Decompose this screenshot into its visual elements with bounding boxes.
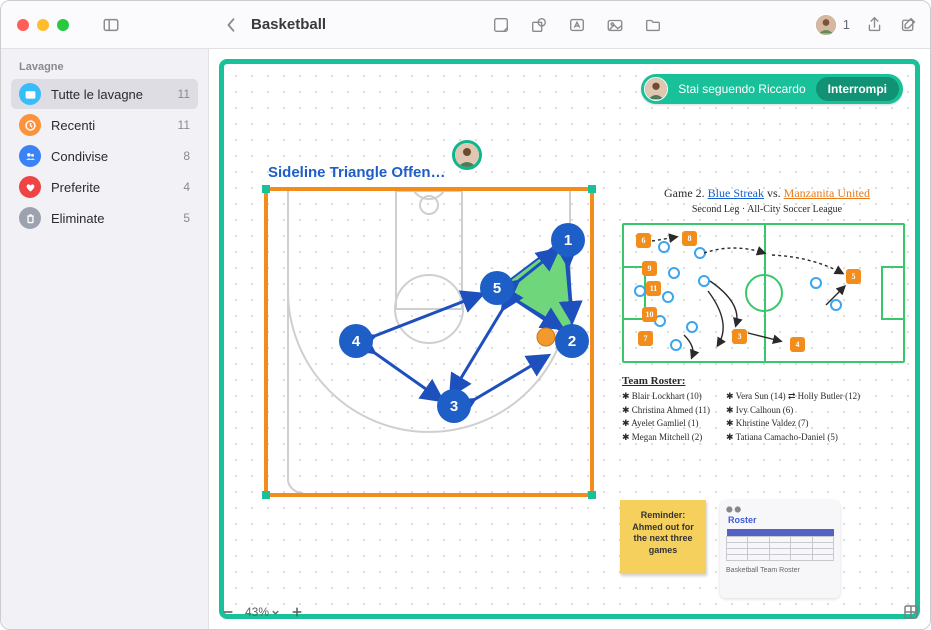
sidebar-item-count: 8: [183, 149, 190, 163]
game-heading: Game 2. Blue Streak vs. Manzanita United: [622, 186, 912, 201]
file-thumb-title: Roster: [728, 515, 834, 525]
sidebar-item-label: Condivise: [51, 149, 108, 164]
participant-count: 1: [843, 17, 850, 32]
clock-icon: [19, 114, 41, 136]
sticky-note[interactable]: Reminder: Ahmed out for the next three g…: [620, 500, 706, 574]
svg-text:1: 1: [564, 232, 572, 249]
sticky-text: Reminder: Ahmed out for the next three g…: [632, 510, 694, 555]
text-tool-button[interactable]: [567, 15, 587, 35]
zoom-out-button[interactable]: [217, 601, 239, 623]
game-notes-group[interactable]: Game 2. Blue Streak vs. Manzanita United…: [622, 186, 912, 444]
sidebar-item-label: Tutte le lavagne: [51, 87, 143, 102]
svg-text:5: 5: [493, 280, 501, 297]
player-chip: 11: [646, 281, 661, 296]
right-group: 1: [815, 14, 918, 36]
zoom-controls: 43%: [217, 601, 308, 623]
basketball-court[interactable]: 1 2 3 4 5: [264, 187, 594, 497]
toolbar-group: [491, 15, 663, 35]
following-frame: Stai seguendo Riccardo Interrompi Sideli…: [219, 59, 920, 619]
roster-entry: ✱ Ayelet Gamliel (1): [622, 417, 710, 431]
file-caption: Basketball Team Roster: [726, 567, 834, 574]
sidebar-toggle-button[interactable]: [101, 15, 121, 35]
note-tool-button[interactable]: [491, 15, 511, 35]
sidebar-item-count: 11: [178, 87, 190, 101]
navigator-button[interactable]: [900, 601, 922, 623]
following-avatar-icon: [644, 77, 668, 101]
share-button[interactable]: [864, 15, 884, 35]
compose-button[interactable]: [898, 15, 918, 35]
roster-entry: ✱ Khristine Valdez (7): [726, 417, 860, 431]
sidebar-item-all[interactable]: Tutte le lavagne 11: [11, 79, 198, 109]
board-title: Basketball: [251, 16, 326, 33]
participant-avatar[interactable]: [815, 14, 837, 36]
sidebar-item-count: 11: [178, 118, 190, 132]
roster-entry: ✱ Vera Sun (14) ⇄ Holly Butler (12): [726, 390, 860, 404]
file-attachment[interactable]: ⬤ ⬤ Roster Basketball Team Roster: [720, 500, 840, 598]
close-window-button[interactable]: [17, 19, 29, 31]
player-chip: 3: [732, 329, 747, 344]
following-pill: Stai seguendo Riccardo Interrompi: [641, 74, 903, 104]
sidebar-item-shared[interactable]: Condivise 8: [11, 141, 198, 171]
player-chip: 8: [682, 231, 697, 246]
player-chip: 6: [636, 233, 651, 248]
heart-icon: [19, 176, 41, 198]
chevron-down-icon: [271, 608, 280, 617]
sidebar-item-count: 5: [183, 211, 190, 225]
sidebar-item-recent[interactable]: Recenti 11: [11, 110, 198, 140]
canvas-area[interactable]: Stai seguendo Riccardo Interrompi Sideli…: [209, 49, 930, 629]
play-diagram-group[interactable]: Sideline Triangle Offen…: [264, 164, 594, 497]
player-chip: 5: [846, 269, 861, 284]
roster-block: Team Roster: ✱ Blair Lockhart (10) ✱ Chr…: [622, 375, 912, 444]
zoom-level-dropdown[interactable]: 43%: [245, 605, 280, 619]
zoom-level-value: 43%: [245, 605, 269, 619]
player-chip: 7: [638, 331, 653, 346]
roster-entry: ✱ Christina Ahmed (11): [622, 404, 710, 418]
svg-text:3: 3: [450, 398, 458, 415]
app-window: Basketball 1: [0, 0, 931, 630]
title-area: Basketball: [221, 15, 326, 35]
collaborator-cursor-icon: [452, 140, 482, 170]
sidebar-item-label: Eliminate: [51, 211, 104, 226]
trash-icon: [19, 207, 41, 229]
folder-icon: [19, 83, 41, 105]
sidebar-item-deleted[interactable]: Eliminate 5: [11, 203, 198, 233]
player-chip: 4: [790, 337, 805, 352]
roster-title: Team Roster:: [622, 375, 685, 387]
sidebar-section-header: Lavagne: [11, 57, 198, 79]
svg-text:4: 4: [352, 333, 361, 350]
game-subtitle: Second Leg · All-City Soccer League: [622, 204, 912, 215]
media-tool-button[interactable]: [605, 15, 625, 35]
minimize-window-button[interactable]: [37, 19, 49, 31]
sidebar-item-favorites[interactable]: Preferite 4: [11, 172, 198, 202]
roster-entry: ✱ Tatiana Camacho-Daniel (5): [726, 431, 860, 445]
zoom-in-button[interactable]: [286, 601, 308, 623]
player-chip: 9: [642, 261, 657, 276]
svg-text:2: 2: [568, 333, 576, 350]
soccer-field[interactable]: 6 8 9 11 10 7 3 4 5: [622, 223, 905, 363]
titlebar: Basketball 1: [1, 1, 930, 49]
sidebar-item-label: Recenti: [51, 118, 95, 133]
following-text: Stai seguendo Riccardo: [678, 82, 805, 96]
shape-tool-button[interactable]: [529, 15, 549, 35]
roster-entry: ✱ Blair Lockhart (10): [622, 390, 710, 404]
play-title: Sideline Triangle Offen…: [264, 164, 594, 181]
roster-entry: ✱ Megan Mitchell (2): [622, 431, 710, 445]
sidebar-item-label: Preferite: [51, 180, 100, 195]
back-button[interactable]: [221, 15, 241, 35]
people-icon: [19, 145, 41, 167]
stop-following-button[interactable]: Interrompi: [816, 77, 899, 101]
sidebar: Lavagne Tutte le lavagne 11 Recenti 11: [1, 49, 209, 629]
maximize-window-button[interactable]: [57, 19, 69, 31]
player-chip: 10: [642, 307, 657, 322]
roster-entry: ✱ Ivy Calhoun (6): [726, 404, 860, 418]
sidebar-item-count: 4: [183, 180, 190, 194]
window-controls: [1, 19, 91, 31]
file-tool-button[interactable]: [643, 15, 663, 35]
